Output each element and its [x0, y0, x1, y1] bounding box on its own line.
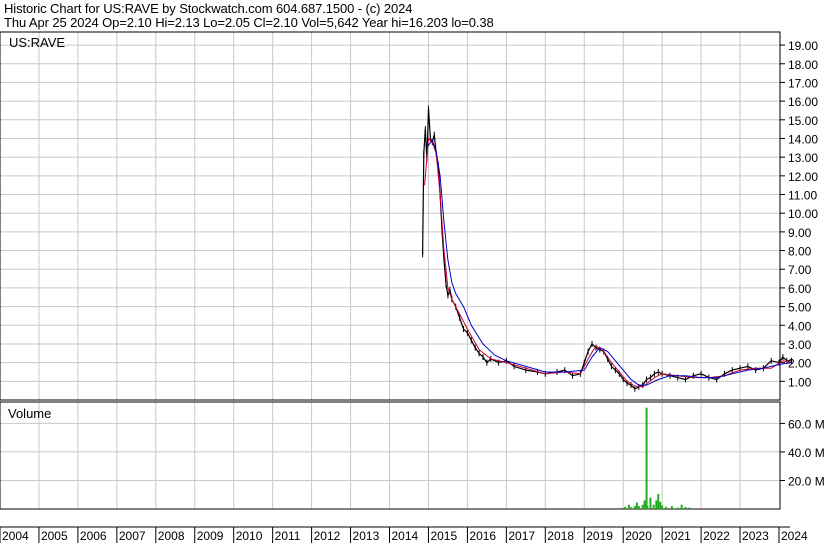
- volume-bar: [649, 497, 652, 509]
- volume-bar: [655, 500, 658, 509]
- x-tick-label: 2008: [158, 529, 185, 543]
- price-tick-label: 9.00: [788, 226, 812, 240]
- price-tick-label: 8.00: [788, 245, 812, 259]
- price-tick-label: 1.00: [788, 375, 812, 389]
- price-tick-label: 5.00: [788, 301, 812, 315]
- volume-bar: [646, 506, 649, 509]
- price-tick-label: 14.00: [788, 132, 818, 146]
- price-panel-title: US:RAVE: [9, 35, 65, 50]
- volume-bar: [633, 506, 636, 509]
- x-tick-label: 2014: [392, 529, 419, 543]
- series-moving-average-long: [426, 139, 792, 386]
- volume-bar: [624, 506, 627, 509]
- volume-bar: [670, 506, 673, 509]
- x-tick-label: 2023: [742, 529, 769, 543]
- volume-tick-label: 60.0 M: [788, 417, 825, 431]
- volume-bar: [643, 500, 646, 509]
- x-tick-label: 2005: [41, 529, 68, 543]
- volume-bar: [635, 502, 638, 509]
- price-tick-label: 12.00: [788, 170, 818, 184]
- x-tick-label: 2018: [547, 529, 574, 543]
- volume-bar: [628, 504, 631, 509]
- x-tick-label: 2017: [508, 529, 535, 543]
- x-tick-label: 2019: [586, 529, 613, 543]
- price-tick-label: 3.00: [788, 338, 812, 352]
- price-tick-label: 19.00: [788, 39, 818, 53]
- price-tick-label: 15.00: [788, 114, 818, 128]
- price-tick-label: 18.00: [788, 58, 818, 72]
- x-tick-label: 2020: [625, 529, 652, 543]
- price-tick-label: 17.00: [788, 76, 818, 90]
- volume-bar: [676, 507, 679, 509]
- x-tick-label: 2013: [353, 529, 380, 543]
- price-tick-label: 13.00: [788, 151, 818, 165]
- x-tick-label: 2016: [469, 529, 496, 543]
- volume-bar: [665, 506, 668, 509]
- price-tick-label: 6.00: [788, 282, 812, 296]
- price-tick-label: 10.00: [788, 207, 818, 221]
- volume-bar: [661, 505, 664, 509]
- x-tick-label: 2007: [119, 529, 146, 543]
- volume-bar: [637, 506, 640, 509]
- x-tick-label: 2009: [197, 529, 224, 543]
- price-tick-label: 7.00: [788, 263, 812, 277]
- x-tick-label: 2022: [703, 529, 730, 543]
- volume-tick-label: 40.0 M: [788, 446, 825, 460]
- volume-y-axis: 20.0 M 40.0 M 60.0 M: [780, 417, 825, 488]
- x-tick-label: 2004: [2, 529, 29, 543]
- price-tick-label: 4.00: [788, 319, 812, 333]
- volume-bar: [657, 494, 660, 509]
- volume-bar: [659, 501, 662, 509]
- price-grid: [0, 32, 780, 400]
- volume-bar: [688, 507, 691, 509]
- x-axis: 2004 2005 2006 2007 2008 2009 2010 2011 2012 2013…: [0, 526, 808, 543]
- stock-chart: US:RAVE Volume 1.002.003.004.005.006.007…: [0, 31, 825, 543]
- x-tick-label: 2024: [781, 529, 808, 543]
- volume-bar: [641, 504, 644, 509]
- volume-grid: [0, 402, 780, 509]
- volume-panel-title: Volume: [8, 406, 51, 421]
- price-series-group: [422, 105, 792, 392]
- volume-bar: [629, 507, 632, 509]
- x-tick-label: 2015: [430, 529, 457, 543]
- volume-bar: [652, 504, 655, 509]
- volume-bar: [680, 504, 683, 509]
- price-tick-label: 16.00: [788, 95, 818, 109]
- volume-bar: [684, 506, 687, 509]
- x-tick-label: 2021: [664, 529, 691, 543]
- x-tick-label: 2012: [314, 529, 341, 543]
- volume-tick-label: 20.0 M: [788, 474, 825, 488]
- price-tick-label: 11.00: [788, 189, 817, 203]
- x-tick-label: 2010: [236, 529, 263, 543]
- volume-bar: [620, 507, 623, 509]
- x-tick-label: 2006: [80, 529, 107, 543]
- volume-bar: [645, 407, 648, 509]
- price-y-axis: 1.002.003.004.005.006.007.008.009.0010.0…: [780, 39, 818, 389]
- x-tick-label: 2011: [275, 529, 301, 543]
